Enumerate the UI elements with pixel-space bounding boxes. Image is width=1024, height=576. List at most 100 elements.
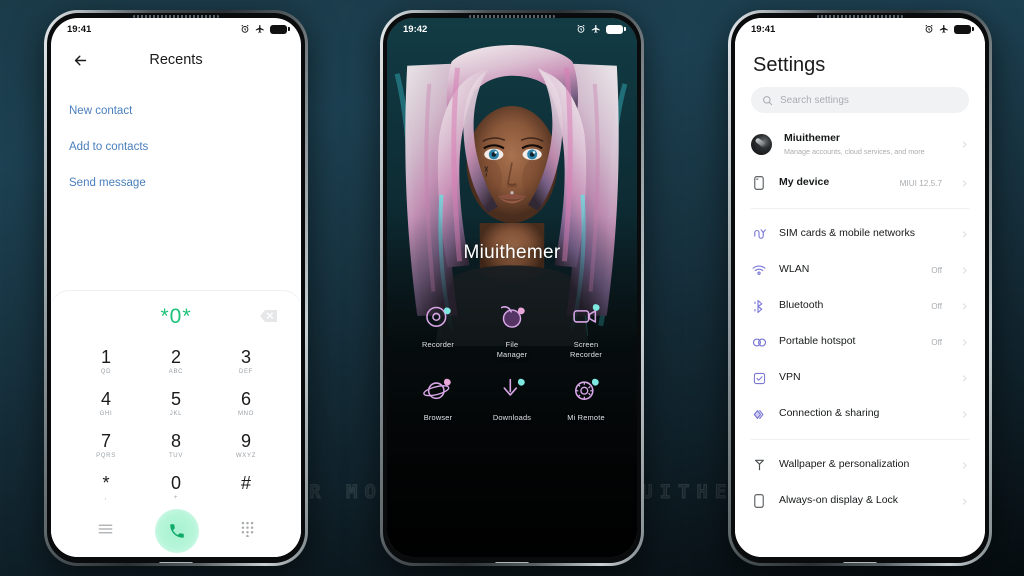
app-mi-remote[interactable]: Mi Remote (549, 372, 623, 423)
call-icon[interactable] (155, 509, 199, 553)
phone-home: 19:42 Miuithemer Recorder File Manager S… (380, 10, 644, 566)
key-sub: ABC (168, 369, 184, 375)
settings-body: 19:41 Settings Search settings Miuitheme… (735, 18, 985, 557)
app-file-manager[interactable]: File Manager (475, 299, 549, 360)
key-4[interactable]: 4 GHI (71, 383, 141, 425)
key-5[interactable]: 5 JKL (141, 383, 211, 425)
alarm-icon (577, 24, 585, 33)
keypad-icon[interactable] (241, 521, 254, 542)
key-2[interactable]: 2 ABC (141, 341, 211, 383)
action-new-contact[interactable]: New contact (69, 96, 283, 132)
account-subtitle: Manage accounts, cloud services, and mor… (784, 147, 925, 157)
key-num: 0 (170, 473, 181, 493)
row-label: SIM cards & mobile networks (779, 227, 915, 240)
key-sub: PQRS (96, 453, 116, 459)
phone2-screen: 19:42 Miuithemer Recorder File Manager S… (387, 18, 637, 557)
dial-display: *0* (51, 297, 301, 337)
airplane-mode-icon (939, 25, 948, 33)
chevron-right-icon (962, 179, 967, 187)
earpiece-grille (469, 15, 555, 18)
battery-icon (270, 24, 290, 34)
dialed-number: *0* (160, 305, 192, 328)
key-sub: + (173, 495, 179, 501)
status-bar: 19:42 (387, 18, 637, 40)
vpn-icon (751, 372, 767, 385)
app-grid: Recorder File Manager Screen Recorder Br… (387, 299, 637, 422)
app-screen-recorder[interactable]: Screen Recorder (549, 299, 623, 360)
key-0[interactable]: 0 + (141, 467, 211, 509)
app-browser[interactable]: Browser (401, 372, 475, 423)
settings-row-account[interactable]: Miuithemer Manage accounts, cloud servic… (735, 123, 985, 165)
action-add-to-contacts[interactable]: Add to contacts (69, 132, 283, 168)
chevron-right-icon (962, 338, 967, 346)
row-value: Off (931, 337, 942, 347)
phone3-screen: 19:41 Settings Search settings Miuitheme… (735, 18, 985, 557)
browser-icon (421, 372, 455, 406)
settings-row-wallpaper[interactable]: Wallpaper & personalization (735, 447, 985, 483)
row-label: Wallpaper & personalization (779, 458, 910, 471)
key-8[interactable]: 8 TUV (141, 425, 211, 467)
dialer-header: Recents (51, 40, 301, 80)
key-9[interactable]: 9 WXYZ (211, 425, 281, 467)
search-input[interactable]: Search settings (751, 87, 969, 113)
account-name: Miuithemer (784, 131, 841, 144)
page-title: Recents (149, 52, 203, 68)
chevron-right-icon (962, 230, 967, 238)
phone-settings: 19:41 Settings Search settings Miuitheme… (728, 10, 992, 566)
phone-icon (751, 176, 767, 190)
key-7[interactable]: 7 PQRS (71, 425, 141, 467)
settings-row-portable-hotspot[interactable]: Portable hotspot Off (735, 324, 985, 360)
app-label: Browser (423, 412, 453, 422)
recorder-icon (421, 299, 455, 333)
key-num: * (102, 473, 110, 493)
settings-row-connection-sharing[interactable]: Connection & sharing (735, 396, 985, 432)
airplane-mode-icon (255, 25, 264, 33)
dialer-bottom-nav (51, 509, 301, 557)
bottom-notch (843, 562, 877, 563)
divider (751, 439, 969, 440)
key-num: 1 (100, 347, 111, 367)
key-num: 9 (240, 431, 251, 451)
settings-row-vpn[interactable]: VPN (735, 360, 985, 396)
app-downloads[interactable]: Downloads (475, 372, 549, 423)
chevron-right-icon (962, 374, 967, 382)
settings-row-always-on-display[interactable]: Always-on display & Lock (735, 483, 985, 519)
alarm-icon (241, 24, 249, 33)
row-label: WLAN (779, 263, 810, 276)
key-num: 4 (100, 389, 111, 409)
key-sub: MNO (237, 411, 255, 417)
key-star[interactable]: *, (71, 467, 141, 509)
aod-icon (751, 494, 767, 508)
backspace-icon[interactable] (260, 309, 277, 327)
page-title: Settings (753, 54, 826, 76)
key-sub: DEF (238, 369, 254, 375)
key-3[interactable]: 3 DEF (211, 341, 281, 383)
battery-icon (606, 24, 626, 34)
search-placeholder: Search settings (780, 94, 849, 106)
key-hash[interactable]: # (211, 467, 281, 509)
action-send-message[interactable]: Send message (69, 168, 283, 204)
key-num: 3 (240, 347, 251, 367)
earpiece-grille (133, 15, 219, 18)
chevron-right-icon (962, 302, 967, 310)
key-num: 8 (170, 431, 181, 451)
key-num: 6 (240, 389, 251, 409)
key-1[interactable]: 1 QD (71, 341, 141, 383)
key-6[interactable]: 6 MNO (211, 383, 281, 425)
settings-row-bluetooth[interactable]: Bluetooth Off (735, 288, 985, 324)
key-sub: QD (100, 369, 112, 375)
dial-panel: *0* 1 QD 2 ABC 3 DEF 4 GHI 5 JKL 6 MNO 7 PQRS 8… (51, 291, 301, 557)
file-manager-icon (495, 299, 529, 333)
screen-recorder-icon (569, 299, 603, 333)
settings-row-wlan[interactable]: WLAN Off (735, 252, 985, 288)
keypad[interactable]: 1 QD 2 ABC 3 DEF 4 GHI 5 JKL 6 MNO 7 PQRS 8 TUV … (51, 337, 301, 509)
row-label: Connection & sharing (779, 407, 880, 420)
search-icon (763, 95, 773, 105)
settings-row-my-device[interactable]: My device MIUI 12.5.7 (735, 165, 985, 201)
app-recorder[interactable]: Recorder (401, 299, 475, 360)
alarm-icon (925, 24, 933, 33)
key-sub: GHI (99, 411, 113, 417)
menu-icon[interactable] (98, 522, 113, 540)
bluetooth-icon (751, 299, 767, 314)
settings-row-sim-cards[interactable]: SIM cards & mobile networks (735, 216, 985, 252)
